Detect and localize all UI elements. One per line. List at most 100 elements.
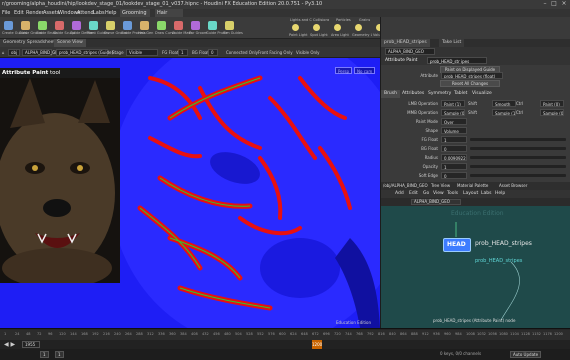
desktop-select[interactable]: Grooming: [120, 9, 150, 17]
persp-button[interactable]: Persp: [335, 67, 352, 74]
shelf-tool-icon[interactable]: [38, 21, 47, 30]
param-slider[interactable]: [470, 138, 566, 141]
param-value[interactable]: Paint (1): [441, 100, 465, 107]
close-icon[interactable]: ×: [561, 1, 567, 7]
camera-button[interactable]: No cam: [354, 67, 376, 74]
maximize-icon[interactable]: □: [551, 1, 557, 7]
shelf-tab[interactable]: Particles: [336, 18, 351, 22]
shelf-tool-icon[interactable]: [21, 21, 30, 30]
shelf-set-select[interactable]: Hair: [155, 9, 183, 17]
network-path-field[interactable]: ALPHA_BIND_GEO: [411, 199, 461, 205]
tab-obj-path[interactable]: /obj/ALPHA_BIND_GEO: [383, 182, 428, 190]
auto-update-select[interactable]: Auto Update: [510, 351, 542, 358]
shelf-tool-icon[interactable]: [208, 21, 217, 30]
menu-attend[interactable]: Attend: [77, 9, 94, 17]
attribute-paint-node[interactable]: HEAD: [443, 238, 471, 252]
tab-tablet[interactable]: Tablet: [451, 90, 470, 98]
node-name-field[interactable]: prob_HEAD_str ipes: [427, 57, 487, 64]
shelf-tool-icon[interactable]: [55, 21, 64, 30]
param-value[interactable]: 0: [441, 172, 467, 179]
bg-float-field[interactable]: 0: [208, 49, 218, 56]
param-slider[interactable]: [470, 165, 566, 168]
shelf-tool-icon[interactable]: [89, 21, 98, 30]
shelf-tab[interactable]: Lights and Cameras: [290, 18, 312, 22]
shelf-tool-icon[interactable]: [225, 21, 234, 30]
shelf-tool-icon[interactable]: [174, 21, 183, 30]
menu-help[interactable]: Help: [105, 9, 116, 17]
param-slider[interactable]: [470, 147, 566, 150]
tab-geometry-spreadsheet[interactable]: Geometry Spreadsheet: [0, 39, 59, 47]
reset-changes-button[interactable]: Reset All Changes: [440, 80, 500, 87]
net-menu-edit[interactable]: Edit: [409, 190, 418, 198]
tab-param[interactable]: prob_HEAD_stripes: [381, 39, 430, 47]
shelf-tool-icon[interactable]: [157, 21, 166, 30]
timeline-ruler[interactable]: 1 24 48 72 96 120 144 168 192 216 240 264 288 312 336 3…: [0, 330, 570, 340]
range-end-field[interactable]: 1: [55, 351, 64, 358]
net-menu-add[interactable]: Add: [395, 190, 404, 198]
play-controls-icon[interactable]: ◀ ▶: [4, 341, 15, 348]
node-label[interactable]: prob_HEAD_stripes: [475, 240, 532, 247]
playhead-marker[interactable]: 1200: [312, 340, 322, 349]
net-menu-layout[interactable]: Layout: [463, 190, 478, 198]
obj-field[interactable]: obj: [8, 49, 20, 56]
modifier-value[interactable]: Sample (1): [492, 109, 516, 116]
current-frame-field[interactable]: 1955: [22, 341, 40, 348]
param-value[interactable]: Sample (0): [441, 109, 465, 116]
tab-symmetry[interactable]: Symmetry: [425, 90, 454, 98]
shelf-tool-icon[interactable]: [123, 21, 132, 30]
modifier-value[interactable]: Sample (0): [540, 109, 564, 116]
light-tool-icon[interactable]: [313, 24, 320, 31]
front-facing-toggle[interactable]: Front Facing Only: [258, 47, 293, 58]
shelf-tool-icon[interactable]: [140, 21, 149, 30]
shelf-tool-icon[interactable]: [72, 21, 81, 30]
attribute-select[interactable]: prob_HEAD_stripes (float): [441, 72, 503, 79]
param-value[interactable]: 0.00909221: [441, 154, 467, 161]
light-tool-icon[interactable]: [355, 24, 362, 31]
fg-float-field[interactable]: 1: [178, 49, 188, 56]
tab-asset-browser[interactable]: Asset Browser: [499, 182, 527, 190]
menu-render[interactable]: Render: [26, 9, 44, 17]
modifier-value[interactable]: Paint (0): [540, 100, 564, 107]
tab-scene-view[interactable]: Scene View: [54, 39, 86, 47]
param-path-field[interactable]: ALPHA_BIND_GEO: [385, 48, 435, 55]
group-field[interactable]: prob_HEAD_stripes (Guide): [56, 49, 113, 56]
visible-select[interactable]: Visible: [126, 49, 158, 56]
light-tool-icon[interactable]: [292, 24, 299, 31]
home-icon[interactable]: ⌂: [2, 47, 5, 58]
connected-only-toggle[interactable]: Connected Only: [226, 47, 258, 58]
shelf-tool-icon[interactable]: [4, 21, 13, 30]
net-menu-labs[interactable]: Labs: [481, 190, 491, 198]
param-value[interactable]: Volume: [441, 127, 467, 134]
tab-tree-view[interactable]: Tree View: [431, 182, 450, 190]
light-tool-icon[interactable]: [334, 24, 341, 31]
param-slider[interactable]: [470, 174, 566, 177]
param-value[interactable]: Over: [441, 118, 467, 125]
param-slider[interactable]: [470, 156, 566, 159]
visible-only-toggle[interactable]: Visible Only: [296, 47, 320, 58]
minimize-icon[interactable]: –: [542, 1, 548, 7]
menu-file[interactable]: File: [2, 9, 10, 17]
shelf-tab[interactable]: Grains: [359, 18, 370, 22]
tab-take-list[interactable]: Take List: [439, 39, 465, 47]
tab-material-palette[interactable]: Material Palette: [457, 182, 488, 190]
shelf-tab[interactable]: Collisions: [313, 18, 329, 22]
modifier-value[interactable]: Smooth: [492, 100, 516, 107]
param-value[interactable]: 1: [441, 136, 467, 143]
tab-attributes[interactable]: Attributes: [399, 90, 427, 98]
menu-edit[interactable]: Edit: [14, 9, 24, 17]
param-value[interactable]: 1: [441, 163, 467, 170]
menu-labs[interactable]: Labs: [93, 9, 105, 17]
param-value[interactable]: 0: [441, 145, 467, 152]
range-start-field[interactable]: 1: [40, 351, 49, 358]
timeline-tick: 1200: [554, 332, 563, 336]
net-menu-go[interactable]: Go: [423, 190, 429, 198]
tab-brush[interactable]: Brush: [381, 90, 400, 98]
shelf-tool-icon[interactable]: [106, 21, 115, 30]
net-menu-tools[interactable]: Tools: [447, 190, 458, 198]
network-path-field[interactable]: ALPHA_BIND_GEO: [22, 49, 61, 56]
net-menu-view[interactable]: View: [433, 190, 444, 198]
net-menu-help[interactable]: Help: [495, 190, 505, 198]
menu-assets[interactable]: Assets: [43, 9, 59, 17]
shelf-tool-icon[interactable]: [191, 21, 200, 30]
tab-visualize[interactable]: Visualize: [469, 90, 495, 98]
